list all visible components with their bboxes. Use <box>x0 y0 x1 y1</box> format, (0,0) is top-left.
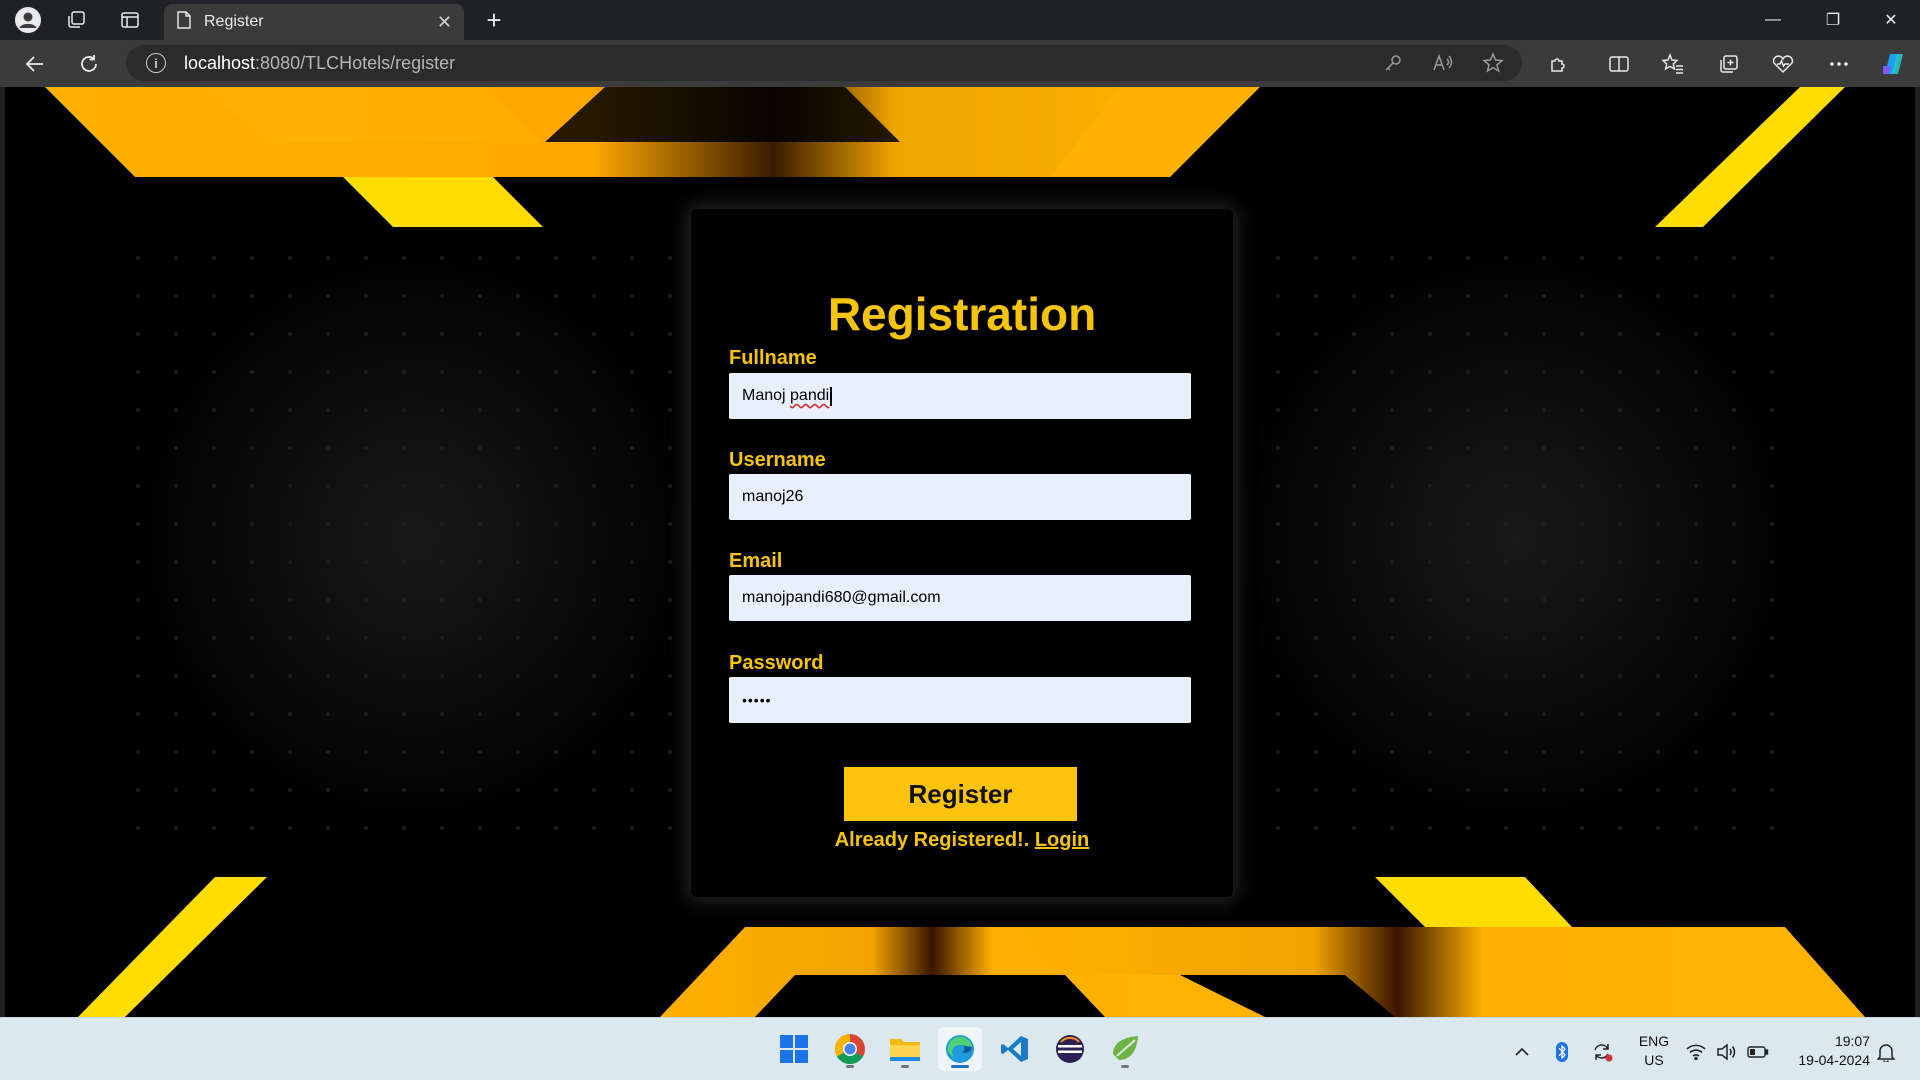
spring-tools-icon[interactable] <box>1103 1027 1147 1071</box>
already-registered-text: Already Registered!. Login <box>691 829 1233 852</box>
close-tab-icon[interactable]: ✕ <box>437 12 452 33</box>
language-code: ENG <box>1638 1033 1670 1049</box>
address-host: localhost <box>184 52 256 73</box>
browser-tab-bar: Register ✕ + — ❐ ✕ <box>0 0 1920 40</box>
password-input[interactable]: ••••• <box>729 677 1191 723</box>
eclipse-icon[interactable] <box>1048 1027 1092 1071</box>
address-bar[interactable]: i localhost:8080/TLCHotels/register <box>126 45 1522 81</box>
extensions-icon[interactable] <box>1544 49 1574 79</box>
tab-register[interactable]: Register ✕ <box>164 4 464 40</box>
volume-icon[interactable] <box>1714 1040 1738 1064</box>
read-aloud-icon[interactable] <box>1430 50 1456 76</box>
fullname-input[interactable]: Manoj pandi <box>729 373 1191 419</box>
workspaces-icon[interactable] <box>62 6 90 34</box>
email-label: Email <box>729 550 783 572</box>
new-tab-button[interactable]: + <box>478 4 510 36</box>
region-code: US <box>1644 1052 1664 1068</box>
tab-title: Register <box>204 13 264 30</box>
favorites-icon[interactable] <box>1658 49 1688 79</box>
language-indicator[interactable]: ENG US <box>1636 1032 1672 1070</box>
refresh-icon[interactable] <box>74 49 104 79</box>
file-explorer-icon[interactable] <box>883 1027 927 1071</box>
already-registered-label: Already Registered!. <box>834 829 1035 851</box>
text-caret <box>830 386 833 406</box>
wifi-icon[interactable] <box>1684 1040 1708 1064</box>
clock-date: 19-04-2024 <box>1798 1052 1870 1068</box>
edge-icon[interactable] <box>938 1027 982 1071</box>
vscode-icon[interactable] <box>993 1027 1037 1071</box>
login-link[interactable]: Login <box>1035 829 1089 851</box>
password-label: Password <box>729 652 824 674</box>
bluetooth-icon[interactable] <box>1550 1040 1574 1064</box>
close-window-button[interactable]: ✕ <box>1866 0 1916 40</box>
windows-start-icon[interactable] <box>772 1027 816 1071</box>
more-options-icon[interactable] <box>1824 49 1854 79</box>
notifications-icon[interactable] <box>1874 1040 1898 1064</box>
taskbar: ENG US 19:07 19-04-2024 <box>0 1017 1920 1080</box>
sync-icon[interactable] <box>1590 1040 1614 1064</box>
collections-icon[interactable] <box>1714 49 1744 79</box>
key-icon[interactable] <box>1380 50 1406 76</box>
fullname-label: Fullname <box>729 347 817 369</box>
browser-essentials-icon[interactable] <box>1768 49 1798 79</box>
restore-button[interactable]: ❐ <box>1808 0 1858 40</box>
register-button[interactable]: Register <box>844 767 1077 821</box>
minimize-button[interactable]: — <box>1748 0 1798 40</box>
password-value: ••••• <box>742 692 772 708</box>
copilot-icon[interactable] <box>1878 49 1908 79</box>
show-hidden-icons-icon[interactable] <box>1510 1040 1534 1064</box>
chrome-icon[interactable] <box>828 1027 872 1071</box>
vertical-tabs-icon[interactable] <box>116 6 144 34</box>
site-info-icon[interactable]: i <box>146 53 166 73</box>
back-icon[interactable] <box>20 49 50 79</box>
username-label: Username <box>729 449 826 471</box>
system-clock[interactable]: 19:07 19-04-2024 <box>1780 1032 1870 1070</box>
email-value: manojpandi680@gmail.com <box>742 589 941 606</box>
browser-toolbar: i localhost:8080/TLCHotels/register <box>0 40 1920 87</box>
registration-card: Registration Fullname Manoj pandi Userna… <box>691 209 1233 897</box>
split-screen-icon[interactable] <box>1604 49 1634 79</box>
username-value: manoj26 <box>742 488 804 505</box>
clock-time: 19:07 <box>1834 1033 1870 1049</box>
username-input[interactable]: manoj26 <box>729 474 1191 520</box>
profile-icon[interactable] <box>14 6 42 34</box>
battery-icon[interactable] <box>1746 1040 1770 1064</box>
favorite-star-icon[interactable] <box>1480 50 1506 76</box>
page-icon <box>176 10 192 34</box>
page-title: Registration <box>827 288 1097 340</box>
address-path: :8080/TLCHotels/register <box>255 52 456 73</box>
page-viewport: Registration Fullname Manoj pandi Userna… <box>5 87 1915 1017</box>
fullname-value: Manoj pandi <box>742 387 830 404</box>
email-input[interactable]: manojpandi680@gmail.com <box>729 575 1191 621</box>
